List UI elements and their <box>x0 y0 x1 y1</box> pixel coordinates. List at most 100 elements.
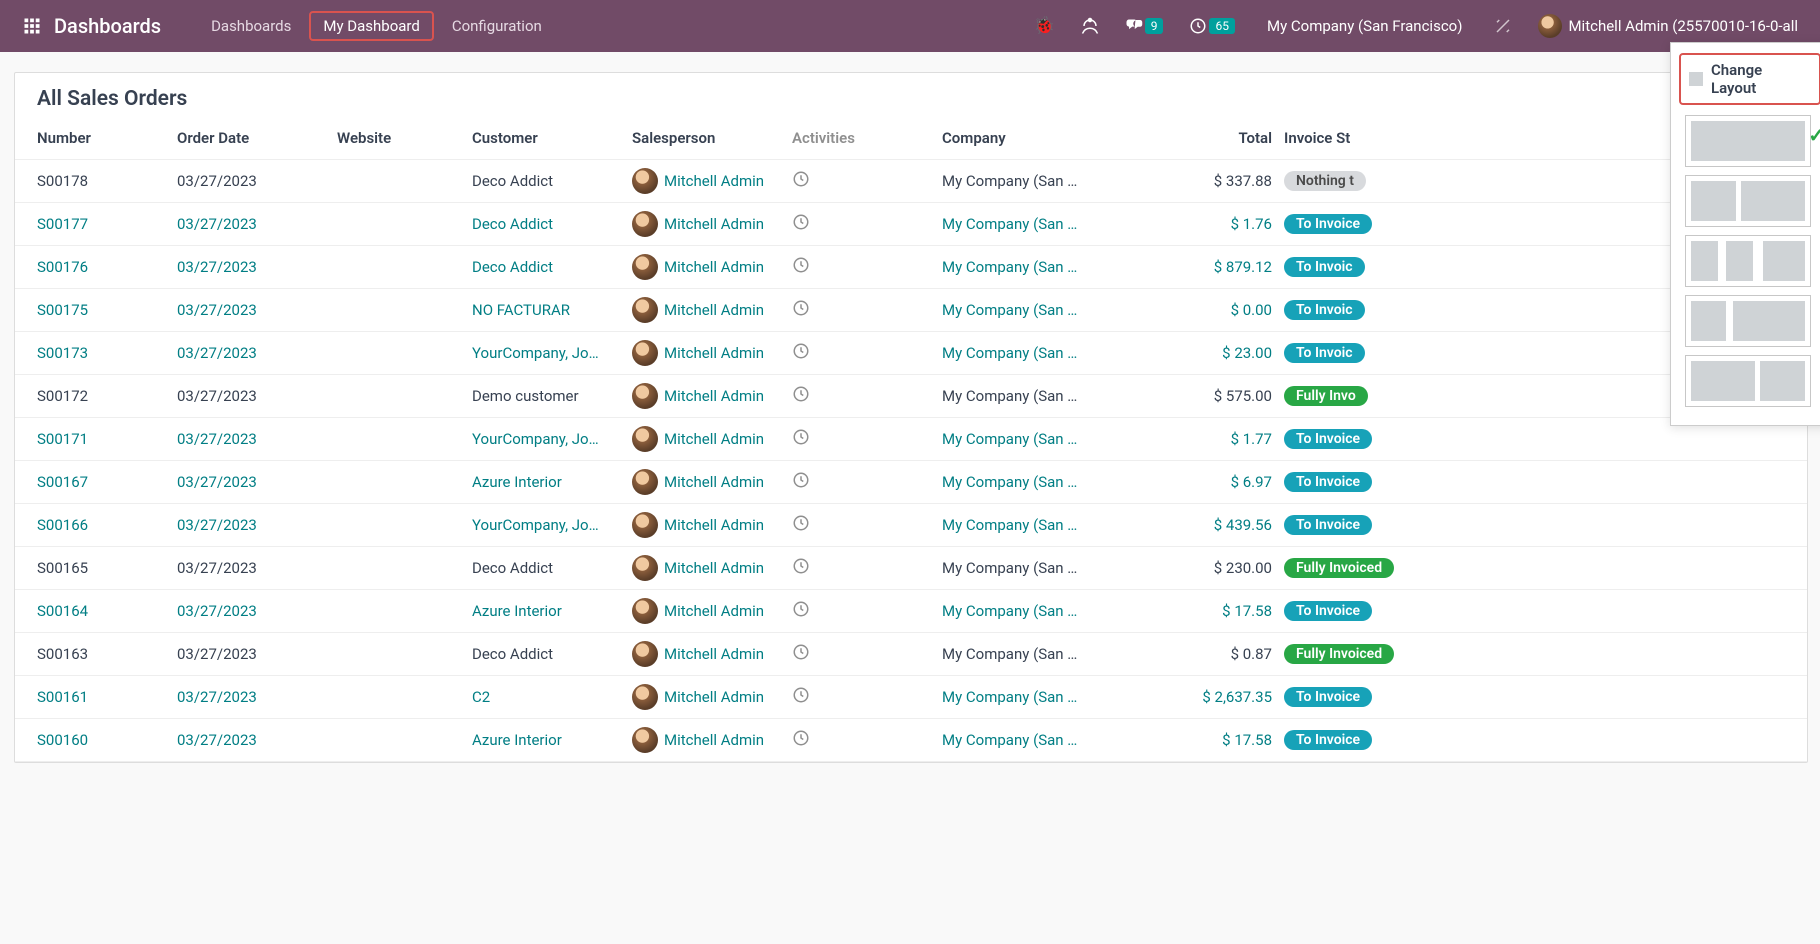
cell-company[interactable]: My Company (San … <box>942 387 1172 405</box>
cell-number[interactable]: S00164 <box>37 602 177 620</box>
tools-icon[interactable] <box>1494 17 1512 35</box>
cell-salesperson[interactable]: Mitchell Admin <box>632 555 792 581</box>
cell-salesperson[interactable]: Mitchell Admin <box>632 211 792 237</box>
bug-icon[interactable]: 🐞 <box>1034 16 1055 36</box>
table-row[interactable]: S0017803/27/2023Deco AddictMitchell Admi… <box>15 160 1807 203</box>
cell-salesperson[interactable]: Mitchell Admin <box>632 254 792 280</box>
cell-activities[interactable] <box>792 729 942 751</box>
cell-activities[interactable] <box>792 643 942 665</box>
cell-customer[interactable]: Azure Interior <box>472 731 632 749</box>
cell-salesperson[interactable]: Mitchell Admin <box>632 383 792 409</box>
cell-salesperson[interactable]: Mitchell Admin <box>632 469 792 495</box>
cell-customer[interactable]: Deco Addict <box>472 258 632 276</box>
cell-activities[interactable] <box>792 686 942 708</box>
activities-icon[interactable]: 65 <box>1189 17 1235 35</box>
cell-number[interactable]: S00173 <box>37 344 177 362</box>
cell-company[interactable]: My Company (San … <box>942 301 1172 319</box>
cell-activities[interactable] <box>792 471 942 493</box>
cell-activities[interactable] <box>792 256 942 278</box>
cell-company[interactable]: My Company (San … <box>942 258 1172 276</box>
cell-activities[interactable] <box>792 170 942 192</box>
cell-customer[interactable]: NO FACTURAR <box>472 301 632 319</box>
table-row[interactable]: S0016403/27/2023Azure InteriorMitchell A… <box>15 590 1807 633</box>
cell-number[interactable]: S00172 <box>37 387 177 405</box>
cell-activities[interactable] <box>792 213 942 235</box>
cell-customer[interactable]: Deco Addict <box>472 645 632 663</box>
header-total[interactable]: Total <box>1172 129 1272 147</box>
layout-option-l5[interactable] <box>1685 355 1811 407</box>
cell-activities[interactable] <box>792 600 942 622</box>
cell-number[interactable]: S00166 <box>37 516 177 534</box>
cell-salesperson[interactable]: Mitchell Admin <box>632 512 792 538</box>
cell-company[interactable]: My Company (San … <box>942 688 1172 706</box>
cell-customer[interactable]: YourCompany, Jo… <box>472 430 632 448</box>
cell-customer[interactable]: Deco Addict <box>472 172 632 190</box>
cell-company[interactable]: My Company (San … <box>942 473 1172 491</box>
cell-customer[interactable]: C2 <box>472 688 632 706</box>
table-row[interactable]: S0017303/27/2023YourCompany, Jo…Mitchell… <box>15 332 1807 375</box>
cell-customer[interactable]: Deco Addict <box>472 215 632 233</box>
cell-number[interactable]: S00165 <box>37 559 177 577</box>
layout-option-l2[interactable] <box>1685 175 1811 227</box>
table-row[interactable]: S0016103/27/2023C2Mitchell AdminMy Compa… <box>15 676 1807 719</box>
table-row[interactable]: S0016603/27/2023YourCompany, Jo…Mitchell… <box>15 504 1807 547</box>
cell-salesperson[interactable]: Mitchell Admin <box>632 426 792 452</box>
header-activities[interactable]: Activities <box>792 129 942 147</box>
cell-salesperson[interactable]: Mitchell Admin <box>632 340 792 366</box>
cell-salesperson[interactable]: Mitchell Admin <box>632 727 792 753</box>
cell-activities[interactable] <box>792 514 942 536</box>
cell-salesperson[interactable]: Mitchell Admin <box>632 297 792 323</box>
nav-item-configuration[interactable]: Configuration <box>438 11 556 41</box>
cell-number[interactable]: S00175 <box>37 301 177 319</box>
table-row[interactable]: S0017203/27/2023Demo customerMitchell Ad… <box>15 375 1807 418</box>
user-menu[interactable]: Mitchell Admin (25570010-16-0-all <box>1538 14 1798 38</box>
apps-menu-button[interactable] <box>14 17 50 35</box>
cell-activities[interactable] <box>792 385 942 407</box>
table-row[interactable]: S0017703/27/2023Deco AddictMitchell Admi… <box>15 203 1807 246</box>
cell-activities[interactable] <box>792 299 942 321</box>
cell-number[interactable]: S00176 <box>37 258 177 276</box>
support-icon[interactable] <box>1081 17 1099 35</box>
cell-company[interactable]: My Company (San … <box>942 430 1172 448</box>
cell-salesperson[interactable]: Mitchell Admin <box>632 598 792 624</box>
header-customer[interactable]: Customer <box>472 129 632 147</box>
cell-customer[interactable]: Azure Interior <box>472 473 632 491</box>
table-row[interactable]: S0017503/27/2023NO FACTURARMitchell Admi… <box>15 289 1807 332</box>
cell-company[interactable]: My Company (San … <box>942 731 1172 749</box>
cell-company[interactable]: My Company (San … <box>942 172 1172 190</box>
cell-customer[interactable]: YourCompany, Jo… <box>472 344 632 362</box>
cell-customer[interactable]: YourCompany, Jo… <box>472 516 632 534</box>
layout-option-l4[interactable] <box>1685 295 1811 347</box>
cell-company[interactable]: My Company (San … <box>942 516 1172 534</box>
cell-company[interactable]: My Company (San … <box>942 602 1172 620</box>
header-salesperson[interactable]: Salesperson <box>632 129 792 147</box>
nav-item-my-dashboard[interactable]: My Dashboard <box>309 11 433 41</box>
cell-company[interactable]: My Company (San … <box>942 344 1172 362</box>
cell-customer[interactable]: Azure Interior <box>472 602 632 620</box>
header-company[interactable]: Company <box>942 129 1172 147</box>
company-selector[interactable]: My Company (San Francisco) <box>1261 17 1468 35</box>
table-row[interactable]: S0016303/27/2023Deco AddictMitchell Admi… <box>15 633 1807 676</box>
cell-number[interactable]: S00178 <box>37 172 177 190</box>
cell-number[interactable]: S00161 <box>37 688 177 706</box>
cell-company[interactable]: My Company (San … <box>942 559 1172 577</box>
cell-customer[interactable]: Demo customer <box>472 387 632 405</box>
header-website[interactable]: Website <box>337 129 472 147</box>
cell-company[interactable]: My Company (San … <box>942 645 1172 663</box>
table-row[interactable]: S0017603/27/2023Deco AddictMitchell Admi… <box>15 246 1807 289</box>
nav-item-dashboards[interactable]: Dashboards <box>197 11 305 41</box>
messages-icon[interactable]: 9 <box>1125 17 1164 35</box>
cell-customer[interactable]: Deco Addict <box>472 559 632 577</box>
table-row[interactable]: S0017103/27/2023YourCompany, Jo…Mitchell… <box>15 418 1807 461</box>
cell-number[interactable]: S00163 <box>37 645 177 663</box>
cell-activities[interactable] <box>792 557 942 579</box>
change-layout-button[interactable]: Change Layout <box>1679 53 1820 105</box>
table-row[interactable]: S0016703/27/2023Azure InteriorMitchell A… <box>15 461 1807 504</box>
cell-salesperson[interactable]: Mitchell Admin <box>632 684 792 710</box>
cell-number[interactable]: S00171 <box>37 430 177 448</box>
table-row[interactable]: S0016003/27/2023Azure InteriorMitchell A… <box>15 719 1807 762</box>
cell-number[interactable]: S00160 <box>37 731 177 749</box>
header-date[interactable]: Order Date <box>177 129 337 147</box>
layout-option-l3[interactable] <box>1685 235 1811 287</box>
header-number[interactable]: Number <box>37 129 177 147</box>
